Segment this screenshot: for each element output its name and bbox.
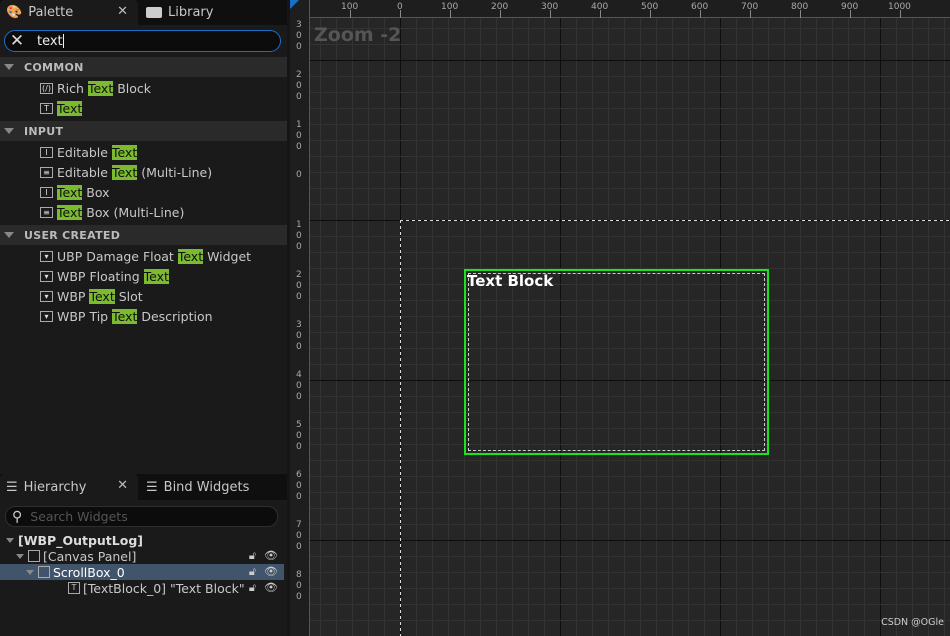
ruler-vertical: 300 200 100 0 100 200 300 400 500 600 700 800 xyxy=(290,0,310,636)
palette-item[interactable]: ▾ UBP Damage Float Text Widget xyxy=(40,246,251,266)
search-icon: ⚲ xyxy=(12,508,23,525)
widget-icon xyxy=(38,566,50,578)
collapse-arrow-icon xyxy=(4,64,14,70)
ruler-tick-label: 800 xyxy=(296,570,302,602)
text-icon: T xyxy=(40,102,53,114)
hierarchy-row[interactable]: ScrollBox_0 🔓︎ 👁︎ xyxy=(0,564,284,580)
tab-hierarchy[interactable]: ☰ Hierarchy ✕ xyxy=(0,474,138,500)
hierarchy-row[interactable]: [Canvas Panel] 🔓︎ 👁︎ xyxy=(0,548,284,564)
collapse-arrow-icon xyxy=(4,128,14,134)
eye-icon[interactable]: 👁︎ xyxy=(264,565,278,579)
watermark: CSDN @OGle xyxy=(881,617,944,628)
lock-icon[interactable]: 🔓︎ xyxy=(249,581,256,595)
zoom-label: Zoom -2 xyxy=(314,24,402,46)
text-block-widget[interactable]: Text Block xyxy=(464,269,769,455)
close-icon[interactable]: ✕ xyxy=(117,478,128,493)
close-icon[interactable]: ✕ xyxy=(117,4,128,19)
ruler-tick-label: 100 xyxy=(296,220,302,252)
category-input[interactable]: INPUT xyxy=(0,121,287,141)
ruler-tick-label: 300 xyxy=(296,20,302,52)
palette-search-input[interactable]: ✕ text xyxy=(4,30,281,52)
text-box-multiline-icon: ≡ xyxy=(40,206,53,218)
lock-icon[interactable]: 🔓︎ xyxy=(249,549,256,563)
ruler-tick-label: 400 xyxy=(296,370,302,402)
ruler-tick-label: 0 xyxy=(296,170,302,180)
search-widgets-input[interactable]: ⚲ Search Widgets xyxy=(5,506,278,527)
expand-arrow-icon xyxy=(26,569,34,575)
tab-library[interactable]: Library xyxy=(140,0,213,25)
user-widget-icon: ▾ xyxy=(40,290,53,302)
list-icon: ☰ xyxy=(6,479,18,495)
list-icon: ☰ xyxy=(146,479,158,495)
ruler-tick-label: 600 xyxy=(296,470,302,502)
user-widget-icon: ▾ xyxy=(40,310,53,322)
rich-text-icon: (/) xyxy=(40,82,53,94)
palette-item[interactable]: I Editable Text xyxy=(40,142,138,162)
folder-icon xyxy=(146,7,162,18)
category-user-created[interactable]: USER CREATED xyxy=(0,225,287,245)
corner-marker xyxy=(290,0,299,9)
palette-item[interactable]: ≡ Editable Text (Multi-Line) xyxy=(40,162,212,182)
clear-search-icon[interactable]: ✕ xyxy=(5,31,29,51)
ruler-tick-label: 700 xyxy=(296,520,302,552)
category-common[interactable]: COMMON xyxy=(0,57,287,77)
designer-canvas[interactable]: 100 0 100 200 300 400 500 600 700 800 900 1000 300 2… xyxy=(290,0,950,636)
palette-icon: 🎨 xyxy=(6,5,23,20)
eye-icon[interactable]: 👁︎ xyxy=(264,581,278,595)
ruler-tick-label: 500 xyxy=(296,420,302,452)
widget-icon xyxy=(28,550,40,562)
eye-icon[interactable]: 👁︎ xyxy=(264,549,278,563)
palette-item[interactable]: (/) Rich Text Block xyxy=(40,78,151,98)
ruler-tick-label: 100 xyxy=(296,120,302,152)
text-box-icon: I xyxy=(40,186,53,198)
palette-item[interactable]: I Text Box xyxy=(40,182,110,202)
editable-multiline-icon: ≡ xyxy=(40,166,53,178)
expand-arrow-icon xyxy=(16,553,24,559)
palette-item[interactable]: ▾ WBP Tip Text Description xyxy=(40,306,213,326)
hierarchy-row[interactable]: T [TextBlock_0] "Text Block" 🔓︎ 👁︎ xyxy=(0,580,284,596)
tab-bind-widgets[interactable]: ☰ Bind Widgets xyxy=(140,474,249,500)
palette-item[interactable]: ▾ WBP Text Slot xyxy=(40,286,143,306)
user-widget-icon: ▾ xyxy=(40,270,53,282)
editable-text-icon: I xyxy=(40,146,53,158)
palette-item[interactable]: ≡ Text Box (Multi-Line) xyxy=(40,202,184,222)
user-widget-icon: ▾ xyxy=(40,250,53,262)
widget-icon: T xyxy=(68,582,80,594)
lock-icon[interactable]: 🔓︎ xyxy=(249,565,256,579)
palette-item[interactable]: T Text xyxy=(40,98,83,118)
collapse-arrow-icon xyxy=(4,232,14,238)
ruler-tick-label: 200 xyxy=(296,70,302,102)
tab-palette[interactable]: 🎨 Palette ✕ xyxy=(0,0,138,25)
hierarchy-row[interactable]: [WBP_OutputLog] xyxy=(0,532,284,548)
palette-item[interactable]: ▾ WBP Floating Text xyxy=(40,266,169,286)
hierarchy-panel: ☰ Hierarchy ✕ ☰ Bind Widgets ⚲ Search Wi… xyxy=(0,474,287,636)
ruler-tick-label: 200 xyxy=(296,270,302,302)
expand-arrow-icon xyxy=(6,537,14,543)
ruler-tick-label: 300 xyxy=(296,320,302,352)
ruler-horizontal: 100 0 100 200 300 400 500 600 700 800 900 1000 xyxy=(290,0,950,18)
